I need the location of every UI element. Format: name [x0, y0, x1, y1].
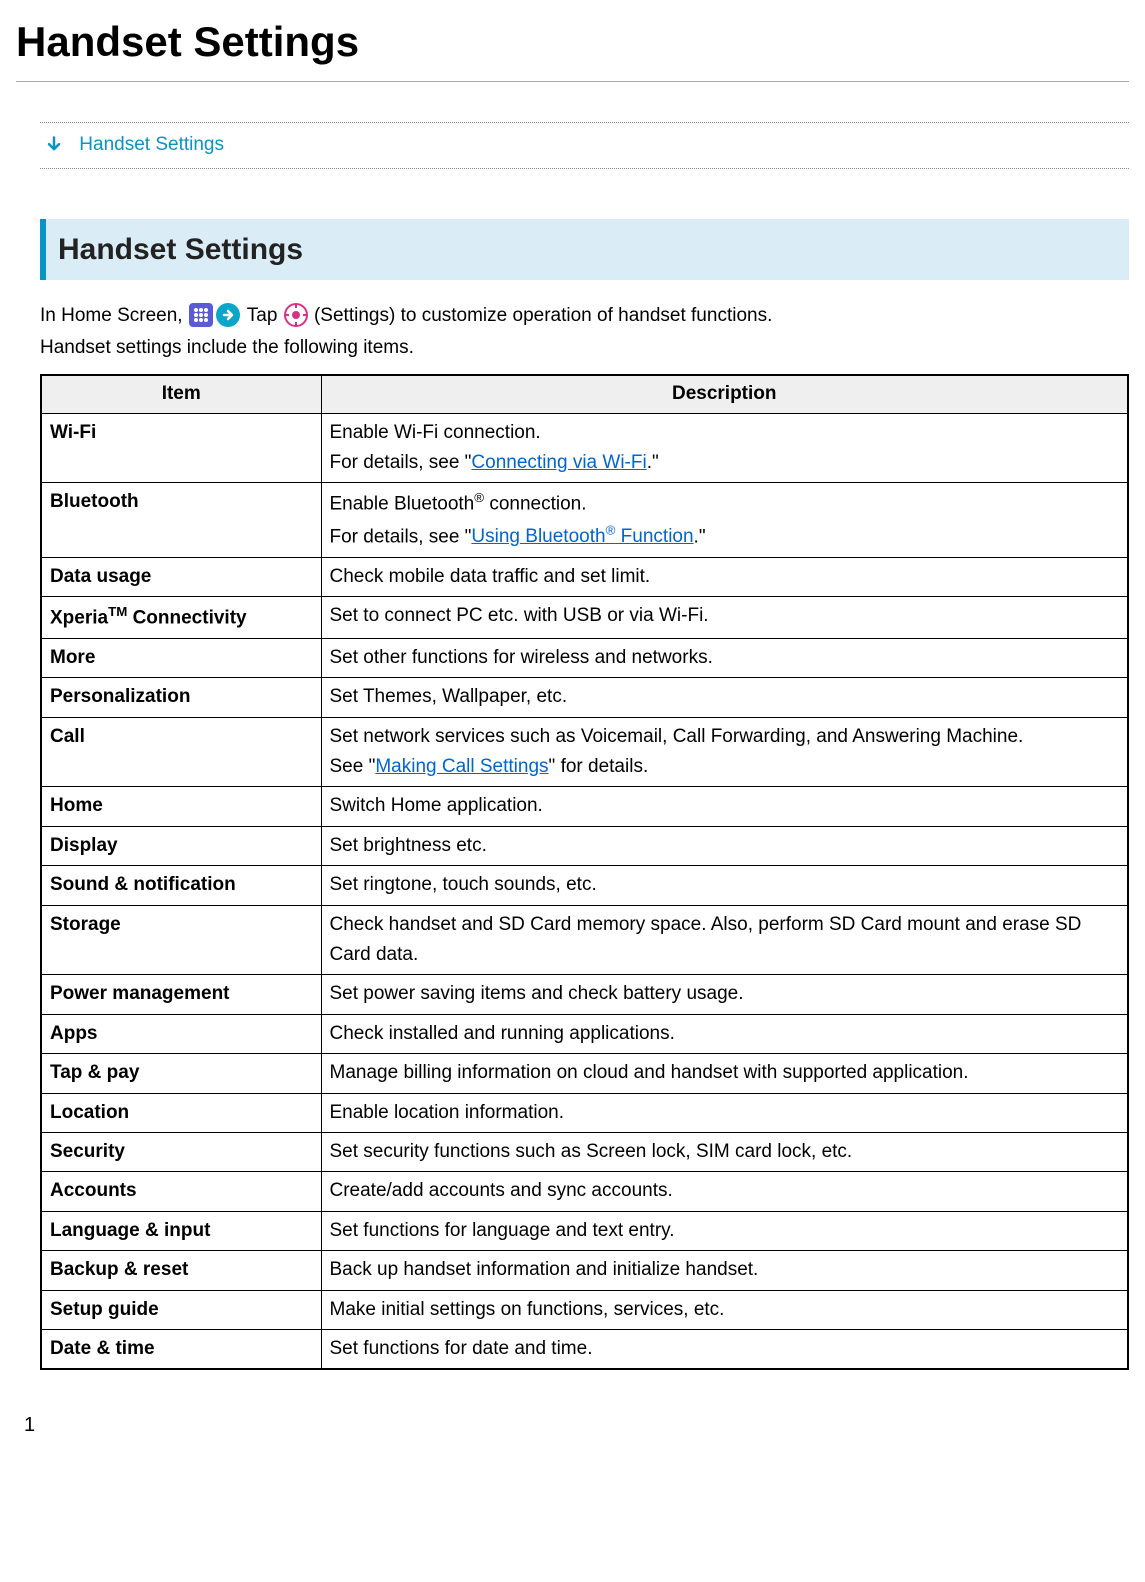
table-row: Bluetooth Enable Bluetooth® connection. … [41, 483, 1128, 557]
item-tap-pay: Tap & pay [41, 1054, 321, 1093]
desc-display: Set brightness etc. [321, 826, 1128, 865]
table-row: Display Set brightness etc. [41, 826, 1128, 865]
desc-text: Enable Bluetooth [330, 494, 475, 515]
intro-text-2: (Settings) to customize operation of han… [314, 305, 772, 326]
desc-bluetooth: Enable Bluetooth® connection. For detail… [321, 483, 1128, 557]
table-row: Personalization Set Themes, Wallpaper, e… [41, 678, 1128, 717]
intro-text-tap: Tap [247, 305, 283, 326]
item-text: Connectivity [127, 608, 246, 629]
desc-personalization: Set Themes, Wallpaper, etc. [321, 678, 1128, 717]
item-data-usage: Data usage [41, 557, 321, 596]
item-apps: Apps [41, 1014, 321, 1053]
desc-date-time: Set functions for date and time. [321, 1329, 1128, 1369]
table-header-item: Item [41, 375, 321, 413]
table-row: Storage Check handset and SD Card memory… [41, 905, 1128, 975]
table-row: Call Set network services such as Voicem… [41, 717, 1128, 787]
desc-text: See " [330, 756, 376, 777]
desc-backup: Back up handset information and initiali… [321, 1251, 1128, 1290]
table-row: More Set other functions for wireless an… [41, 638, 1128, 677]
item-setup: Setup guide [41, 1290, 321, 1329]
intro-text-3: Handset settings include the following i… [40, 337, 414, 358]
table-row: Date & time Set functions for date and t… [41, 1329, 1128, 1369]
item-text: Xperia [50, 608, 108, 629]
table-row: Security Set security functions such as … [41, 1133, 1128, 1172]
desc-language: Set functions for language and text entr… [321, 1211, 1128, 1250]
toc: Handset Settings [40, 122, 1129, 169]
desc-tap-pay: Manage billing information on cloud and … [321, 1054, 1128, 1093]
desc-xperia: Set to connect PC etc. with USB or via W… [321, 597, 1128, 639]
table-row: Language & input Set functions for langu… [41, 1211, 1128, 1250]
item-call: Call [41, 717, 321, 787]
desc-text: ." [647, 452, 659, 473]
item-location: Location [41, 1093, 321, 1132]
item-backup: Backup & reset [41, 1251, 321, 1290]
settings-gear-icon [283, 302, 309, 328]
item-language: Language & input [41, 1211, 321, 1250]
table-row: Wi-Fi Enable Wi-Fi connection. For detai… [41, 413, 1128, 483]
desc-text: For details, see " [330, 526, 472, 547]
item-bluetooth: Bluetooth [41, 483, 321, 557]
desc-text: Enable Wi-Fi connection. [330, 422, 541, 443]
page-title: Handset Settings [16, 10, 1129, 82]
desc-setup: Make initial settings on functions, serv… [321, 1290, 1128, 1329]
table-row: Apps Check installed and running applica… [41, 1014, 1128, 1053]
table-row: Data usage Check mobile data traffic and… [41, 557, 1128, 596]
desc-text: For details, see " [330, 452, 472, 473]
item-xperia: XperiaTM Connectivity [41, 597, 321, 639]
item-sound: Sound & notification [41, 866, 321, 905]
item-personalization: Personalization [41, 678, 321, 717]
desc-text: " for details. [549, 756, 649, 777]
table-row: Sound & notification Set ringtone, touch… [41, 866, 1128, 905]
down-arrow-icon [44, 135, 64, 155]
link-text: Function [615, 526, 693, 547]
apps-drawer-icon [188, 302, 242, 328]
link-call-settings[interactable]: Making Call Settings [375, 756, 548, 777]
table-row: Setup guide Make initial settings on fun… [41, 1290, 1128, 1329]
table-row: Home Switch Home application. [41, 787, 1128, 826]
item-security: Security [41, 1133, 321, 1172]
desc-storage: Check handset and SD Card memory space. … [321, 905, 1128, 975]
desc-text: connection. [484, 494, 586, 515]
desc-home: Switch Home application. [321, 787, 1128, 826]
item-more: More [41, 638, 321, 677]
item-wifi: Wi-Fi [41, 413, 321, 483]
item-accounts: Accounts [41, 1172, 321, 1211]
table-row: Power management Set power saving items … [41, 975, 1128, 1014]
table-row: XperiaTM Connectivity Set to connect PC … [41, 597, 1128, 639]
toc-link-handset-settings[interactable]: Handset Settings [79, 134, 224, 155]
table-row: Accounts Create/add accounts and sync ac… [41, 1172, 1128, 1211]
desc-accounts: Create/add accounts and sync accounts. [321, 1172, 1128, 1211]
table-row: Backup & reset Back up handset informati… [41, 1251, 1128, 1290]
desc-power: Set power saving items and check battery… [321, 975, 1128, 1014]
desc-text: Set network services such as Voicemail, … [330, 726, 1024, 747]
link-text: Using Bluetooth [471, 526, 605, 547]
item-power: Power management [41, 975, 321, 1014]
desc-sound: Set ringtone, touch sounds, etc. [321, 866, 1128, 905]
intro-text-1: In Home Screen, [40, 305, 188, 326]
table-header-description: Description [321, 375, 1128, 413]
settings-table: Item Description Wi-Fi Enable Wi-Fi conn… [40, 374, 1129, 1370]
item-home: Home [41, 787, 321, 826]
link-bluetooth[interactable]: Using Bluetooth® Function [471, 526, 693, 547]
desc-call: Set network services such as Voicemail, … [321, 717, 1128, 787]
desc-data-usage: Check mobile data traffic and set limit. [321, 557, 1128, 596]
page-number: 1 [24, 1410, 1129, 1440]
desc-apps: Check installed and running applications… [321, 1014, 1128, 1053]
table-row: Location Enable location information. [41, 1093, 1128, 1132]
desc-security: Set security functions such as Screen lo… [321, 1133, 1128, 1172]
intro-paragraph: In Home Screen, Tap (Setting [40, 300, 1129, 365]
desc-more: Set other functions for wireless and net… [321, 638, 1128, 677]
section-heading: Handset Settings [40, 219, 1129, 280]
table-row: Tap & pay Manage billing information on … [41, 1054, 1128, 1093]
desc-wifi: Enable Wi-Fi connection. For details, se… [321, 413, 1128, 483]
link-wifi[interactable]: Connecting via Wi-Fi [471, 452, 646, 473]
item-display: Display [41, 826, 321, 865]
desc-text: ." [694, 526, 706, 547]
item-date-time: Date & time [41, 1329, 321, 1369]
item-storage: Storage [41, 905, 321, 975]
desc-location: Enable location information. [321, 1093, 1128, 1132]
